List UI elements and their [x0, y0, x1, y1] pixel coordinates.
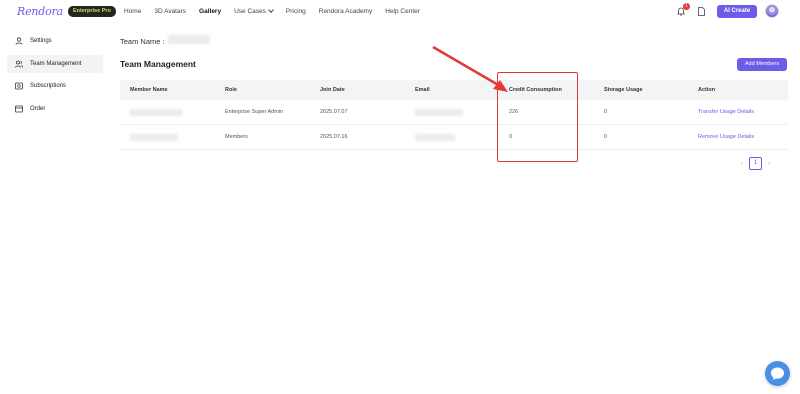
table-row: Enterprise Super Admin 2025.07.07 226 0 … [120, 100, 788, 125]
pagination: ‹ 1 › [741, 157, 770, 170]
sidebar-item-team-management[interactable]: Team Management [7, 54, 103, 73]
column-header: Member Name [130, 87, 168, 93]
remove-link[interactable]: Remove [698, 134, 718, 140]
nav-pricing[interactable]: Pricing [286, 8, 306, 15]
team-name-value-redacted [168, 35, 210, 44]
plan-badge: Enterprise Pro [67, 6, 116, 17]
subscriptions-icon [15, 82, 23, 90]
table-row: Members 2025.07.16 0 0 Remove Usage Deta… [120, 125, 788, 150]
team-name-label: Team Name : [120, 37, 165, 46]
email-redacted [415, 133, 455, 141]
nav-3d-avatars[interactable]: 3D Avatars [154, 8, 186, 15]
nav-academy[interactable]: Rendora Academy [319, 8, 372, 15]
logo-text: Rendora [17, 5, 63, 18]
page-title: Team Management [120, 59, 196, 69]
logo[interactable]: Rendora Enterprise Pro [17, 5, 116, 18]
usage-details-link[interactable]: Usage Details [720, 109, 754, 115]
sidebar: Settings Team Management Subscriptions O… [7, 32, 103, 122]
nav-use-cases-label: Use Cases [234, 8, 266, 15]
role-cell: Members [225, 134, 248, 140]
usage-details-link[interactable]: Usage Details [720, 134, 754, 140]
sidebar-item-settings[interactable]: Settings [7, 32, 103, 50]
nav-help-center[interactable]: Help Center [385, 8, 420, 15]
storage-cell: 0 [604, 134, 608, 140]
sidebar-item-subscriptions[interactable]: Subscriptions [7, 77, 103, 95]
prev-page-button[interactable]: ‹ [741, 161, 743, 167]
nav-home[interactable]: Home [124, 8, 141, 15]
storage-cell: 0 [604, 109, 608, 115]
action-cell: Remove Usage Details [698, 134, 754, 140]
members-table: Member Name Role Join Date Email Credit … [120, 80, 788, 150]
user-icon [15, 37, 23, 45]
table-header: Member Name Role Join Date Email Credit … [120, 80, 788, 100]
chevron-down-icon [268, 7, 274, 13]
email-redacted [415, 108, 463, 116]
user-avatar[interactable] [765, 4, 779, 18]
column-header: Join Date [320, 87, 345, 93]
chat-icon [771, 367, 784, 380]
member-name-redacted [130, 133, 178, 141]
sidebar-item-label: Subscriptions [30, 83, 67, 89]
top-navigation-bar: Rendora Enterprise Pro Home 3D Avatars G… [0, 0, 800, 24]
transfer-link[interactable]: Transfer [698, 109, 718, 115]
role-cell: Enterprise Super Admin [225, 109, 284, 115]
add-members-button[interactable]: Add Members [737, 58, 787, 71]
page-1-button[interactable]: 1 [749, 157, 762, 170]
action-cell: Transfer Usage Details [698, 109, 754, 115]
column-header: Email [415, 87, 430, 93]
sidebar-item-label: Team Management [30, 60, 82, 67]
sidebar-item-order[interactable]: Order [7, 100, 103, 118]
notification-badge: 1 [683, 3, 690, 10]
main-nav: Home 3D Avatars Gallery Use Cases Pricin… [124, 7, 420, 15]
sidebar-item-label: Settings [30, 38, 52, 44]
nav-use-cases[interactable]: Use Cases [234, 7, 274, 15]
team-icon [15, 60, 23, 68]
sidebar-item-label: Order [30, 105, 46, 112]
document-icon[interactable] [698, 7, 705, 16]
order-icon [15, 105, 23, 112]
next-page-button[interactable]: › [768, 161, 770, 167]
join-date-cell: 2025.07.16 [320, 134, 348, 140]
nav-gallery[interactable]: Gallery [199, 8, 221, 15]
column-header: Storage Usage [604, 87, 643, 93]
chat-support-button[interactable] [765, 361, 790, 386]
column-header: Role [225, 87, 237, 93]
join-date-cell: 2025.07.07 [320, 109, 348, 115]
ai-create-button[interactable]: AI Create [717, 5, 757, 18]
column-header: Action [698, 87, 716, 93]
annotation-highlight-box [497, 72, 578, 162]
member-name-redacted [130, 108, 182, 116]
